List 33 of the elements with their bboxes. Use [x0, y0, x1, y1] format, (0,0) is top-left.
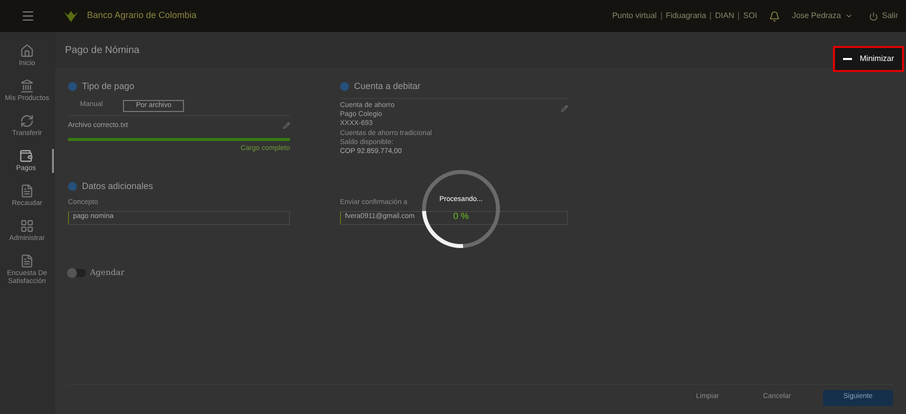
menu-icon[interactable] — [20, 9, 34, 23]
bell-icon[interactable] — [769, 10, 780, 22]
wallet-icon — [19, 149, 33, 163]
section-title: Datos adicionales — [82, 180, 154, 192]
document-icon — [20, 254, 34, 268]
refresh-icon — [20, 114, 34, 128]
schedule-toggle[interactable] — [68, 268, 86, 276]
header-link[interactable]: DIAN — [715, 10, 734, 22]
home-icon — [20, 44, 34, 58]
processing-percent: 0 % — [453, 210, 469, 222]
user-menu[interactable]: Jose Pedraza — [792, 10, 853, 22]
pencil-icon[interactable] — [283, 122, 290, 130]
section-title: Cuenta a debitar — [354, 80, 421, 93]
bank-name: Banco Agrario de Colombia — [87, 9, 197, 22]
bank-icon — [20, 79, 34, 93]
logo-icon — [63, 9, 79, 23]
header-link[interactable]: Punto virtual — [612, 10, 657, 22]
minimize-button[interactable]: Minimizar — [832, 46, 904, 72]
chevron-icon — [844, 12, 853, 20]
section-icon — [68, 82, 77, 92]
logout-button[interactable]: Salir — [868, 10, 898, 22]
section-icon — [340, 82, 349, 92]
section-title: Tipo de pago — [82, 80, 134, 93]
document-icon — [20, 184, 34, 198]
page-title: Pago de Nómina — [65, 44, 140, 58]
power-icon — [868, 12, 878, 20]
header-link[interactable]: SOI — [743, 10, 758, 22]
header-link[interactable]: Fiduagraria — [666, 10, 706, 22]
pencil-icon[interactable] — [561, 104, 568, 112]
schedule-label: Agendar — [90, 266, 124, 278]
section-icon — [68, 182, 77, 191]
grid-icon — [20, 219, 34, 233]
minus-icon — [842, 58, 852, 60]
